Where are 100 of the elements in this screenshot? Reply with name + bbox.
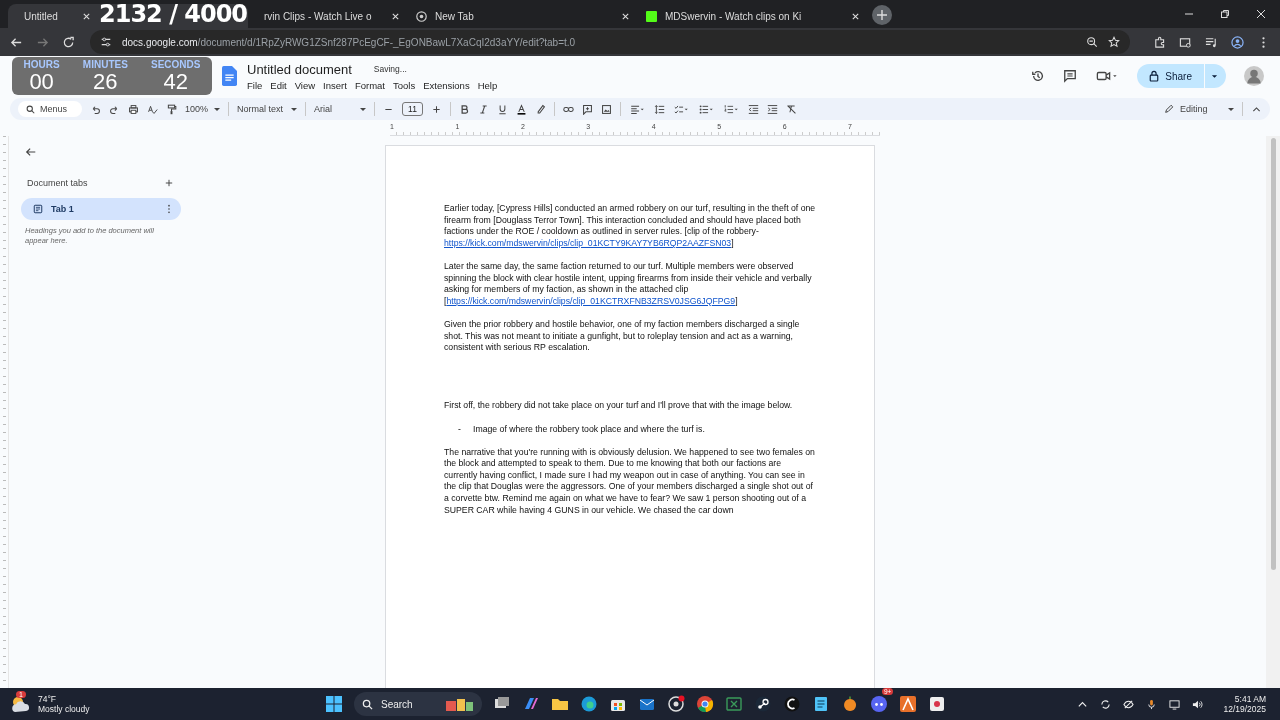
text-color-icon[interactable]	[515, 103, 527, 115]
style-dropdown[interactable]: Normal text	[237, 104, 298, 114]
print-icon[interactable]	[128, 103, 139, 115]
history-icon[interactable]	[1031, 69, 1046, 83]
restore-icon[interactable]	[1220, 9, 1230, 19]
page-icon	[33, 204, 43, 214]
menu-item[interactable]: Extensions	[423, 79, 470, 91]
notepad-icon[interactable]	[812, 695, 830, 713]
mountain-icon[interactable]	[899, 695, 917, 713]
add-tab-icon[interactable]	[165, 179, 173, 187]
menu-item[interactable]: Help	[477, 79, 498, 91]
zoom-dropdown[interactable]: 100%	[185, 104, 221, 114]
menu-item[interactable]: Edit	[270, 79, 287, 91]
comment-icon[interactable]	[1063, 69, 1078, 83]
share-button[interactable]: Share	[1137, 64, 1226, 88]
bulleted-list-icon[interactable]	[697, 103, 715, 115]
paragraph: The narrative that you're running with is obviously delusion. We happened to see two females on the block and attempted to speak to them. Due to me knowing that both our factions are currently having conflict, I made sure I had my weapon out in case of anything. You can see in the clip that Douglas were the aggressors. One of your members discharged a single shot out of a corvette btw. Remind me again on what we have to fear? We saw 1 person shooting out of a SUPER CAR while having 4 GUNS in our vehicle. We chased the car down	[444, 446, 816, 517]
new-tab-button[interactable]	[872, 5, 892, 25]
clock-date[interactable]: 12/19/2025	[1223, 704, 1266, 714]
snipping-icon[interactable]	[928, 695, 946, 713]
microphone-icon[interactable]	[1146, 698, 1158, 710]
decrease-indent-icon[interactable]	[747, 103, 759, 115]
save-status: Saving...	[373, 64, 407, 74]
close-icon[interactable]	[82, 11, 91, 21]
address-bar[interactable]: docs.google.com/document/d/1RpZyRWG1ZSnf287PcEgCF-_EgONBawL7XaCqI2d3aYY/edit?tab=t.0	[90, 30, 1130, 54]
taskbar-search[interactable]: Search	[354, 692, 482, 716]
fruit-icon[interactable]	[841, 695, 859, 713]
browser-tab[interactable]: Untitled 2132 / 4000	[8, 4, 248, 28]
numbered-list-icon[interactable]	[722, 103, 740, 115]
menu-item[interactable]: Format	[354, 79, 385, 91]
pencil-icon	[1164, 104, 1174, 114]
more-icon[interactable]	[167, 204, 171, 214]
menu-item[interactable]: File	[247, 79, 263, 91]
sidebar-heading: Document tabs	[27, 178, 88, 188]
font-size-field[interactable]: 11	[402, 102, 423, 116]
edge-icon[interactable]	[580, 695, 598, 713]
menu-item[interactable]: Insert	[323, 79, 347, 91]
paint-roller-icon[interactable]	[166, 103, 177, 115]
document-tab[interactable]: Tab 1	[21, 198, 181, 220]
line-spacing-icon[interactable]	[653, 103, 665, 115]
bold-icon[interactable]	[458, 103, 470, 115]
lock-icon	[1149, 70, 1160, 82]
discord-icon[interactable]	[870, 695, 888, 713]
scrollbar-thumb[interactable]	[1270, 138, 1276, 570]
profile-icon[interactable]	[1231, 35, 1244, 49]
browser-tab[interactable]: rvin Clips - Watch Live o	[248, 4, 408, 28]
monitor-icon[interactable]	[1169, 698, 1181, 710]
browser-tab[interactable]: MDSwervin - Watch clips on Ki	[638, 4, 868, 28]
align-left-icon[interactable]	[628, 103, 646, 115]
timer-value: 26	[93, 70, 118, 94]
plus-icon[interactable]	[430, 103, 442, 115]
timer-label: MINUTES	[82, 59, 128, 70]
start-icon[interactable]	[325, 695, 343, 713]
undo-icon[interactable]	[90, 103, 101, 115]
highlighter-icon[interactable]	[534, 103, 546, 115]
redo-icon[interactable]	[109, 103, 120, 115]
star-icon[interactable]	[1108, 36, 1120, 48]
spellcheck-icon[interactable]	[147, 103, 158, 115]
menu-search-field[interactable]: Menus	[18, 101, 82, 117]
increase-indent-icon[interactable]	[766, 103, 778, 115]
chrome-icon[interactable]	[696, 695, 714, 713]
menu-item[interactable]: Tools	[392, 79, 416, 91]
back-arrow-icon[interactable]	[25, 146, 37, 158]
steam-icon[interactable]	[754, 695, 772, 713]
underline-icon[interactable]	[496, 103, 508, 115]
tab-title: rvin Clips - Watch Live o	[264, 10, 373, 22]
spreadsheet-icon[interactable]	[725, 695, 743, 713]
image-icon[interactable]	[600, 103, 612, 115]
site-settings-icon[interactable]	[100, 36, 112, 48]
italic-icon[interactable]	[477, 103, 489, 115]
speaker-icon[interactable]	[1192, 698, 1204, 710]
editing-mode-dropdown[interactable]: Editing	[1164, 104, 1234, 114]
playlist-icon[interactable]	[1205, 35, 1218, 49]
media-icon[interactable]	[1179, 35, 1192, 49]
checklist-icon[interactable]	[672, 103, 690, 115]
close-icon[interactable]	[391, 11, 400, 21]
browser-tab[interactable]: New Tab	[408, 4, 638, 28]
aperture-icon[interactable]	[667, 695, 685, 713]
add-comment-icon[interactable]	[581, 103, 593, 115]
stream-counter: 2132 / 4000	[99, 2, 248, 26]
avatar-icon[interactable]	[1244, 66, 1264, 86]
k-logo-icon	[646, 10, 657, 22]
app-icon[interactable]	[783, 695, 801, 713]
document-logo-icon[interactable]	[222, 66, 237, 86]
close-icon[interactable]	[1256, 9, 1266, 19]
close-icon[interactable]	[851, 11, 860, 21]
clear-formatting-icon[interactable]	[785, 103, 797, 115]
search-icon	[362, 698, 373, 710]
clock-time[interactable]: 5:41 AM	[1234, 694, 1266, 704]
weather-condition: Mostly cloudy	[38, 704, 90, 714]
font-dropdown[interactable]: Arial	[314, 104, 367, 114]
hidden-eye-icon[interactable]	[1123, 698, 1135, 710]
temperature: 74°F	[38, 694, 58, 704]
zoom-icon[interactable]	[1086, 36, 1098, 48]
close-icon[interactable]	[621, 11, 630, 21]
puzzle-icon[interactable]	[1153, 35, 1166, 49]
document-title[interactable]: Untitled document	[247, 61, 352, 77]
reload-icon[interactable]	[62, 35, 75, 49]
menu-item[interactable]: View	[294, 79, 316, 91]
sync-icon[interactable]	[1100, 698, 1112, 710]
